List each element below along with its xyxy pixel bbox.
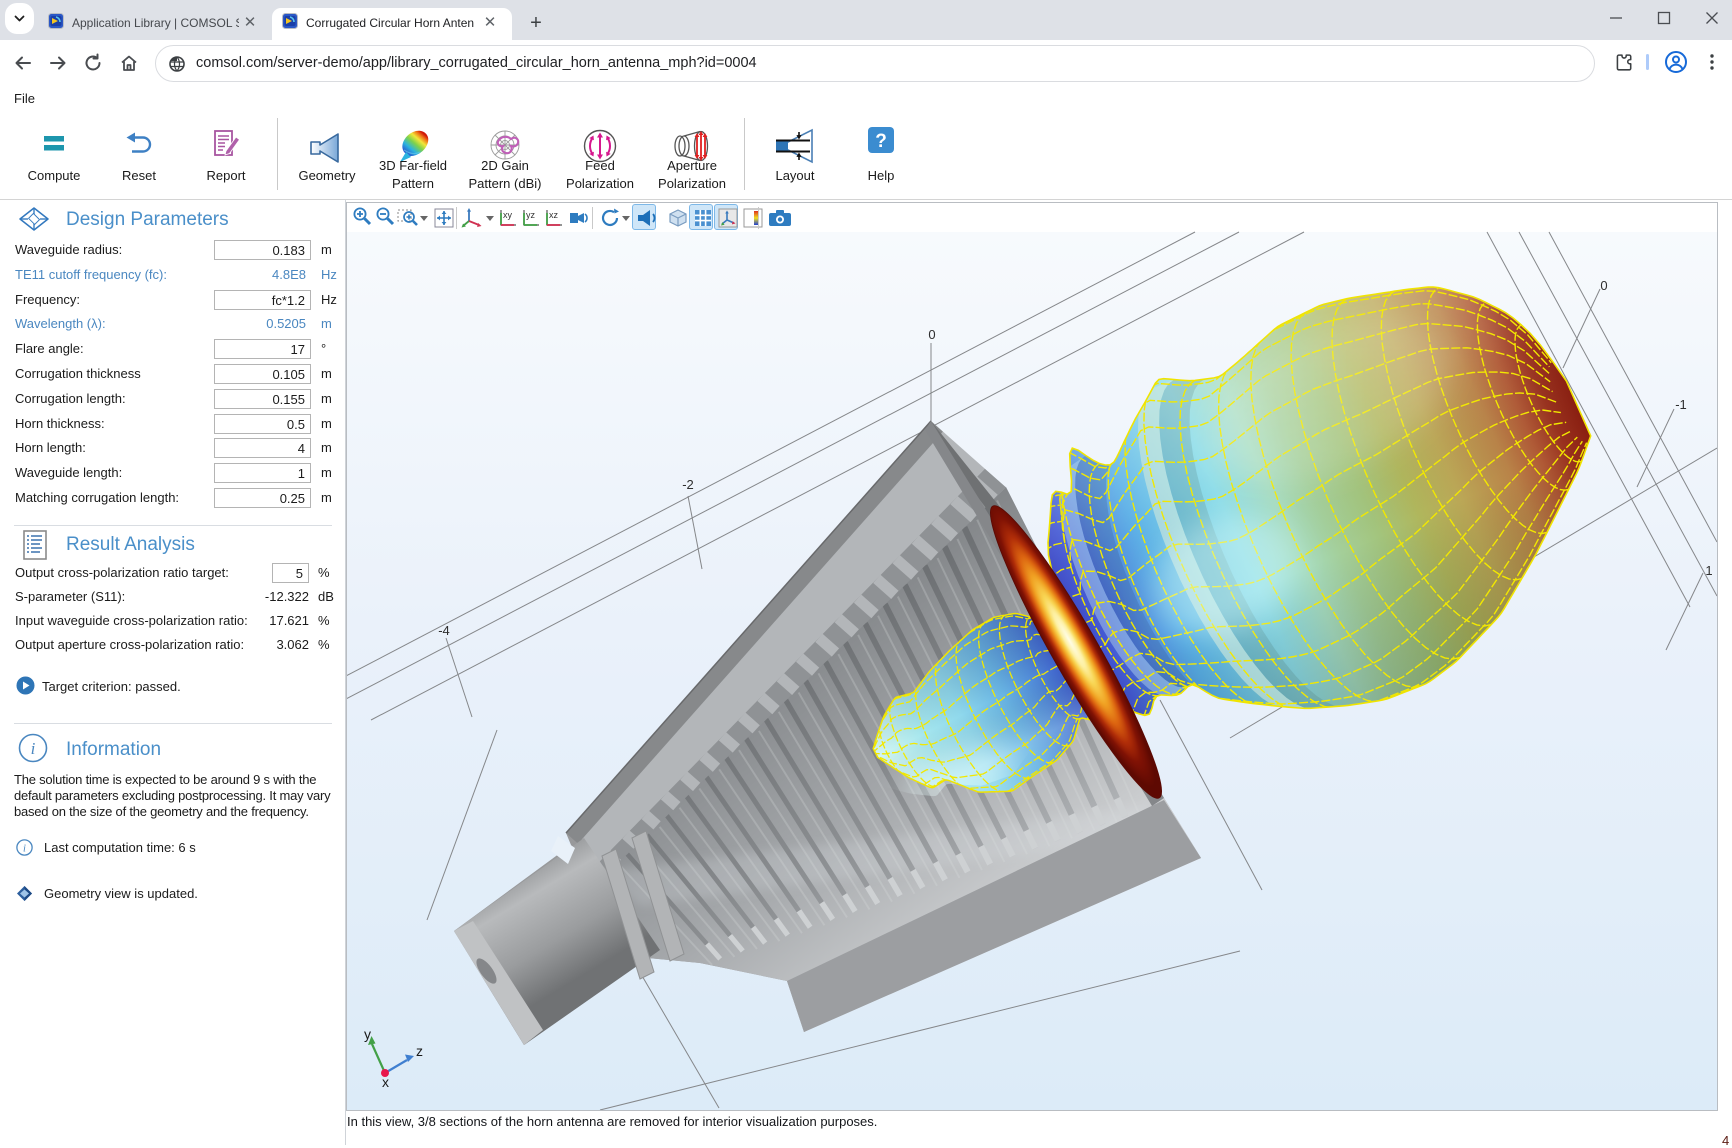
- svg-text:y: y: [364, 1026, 371, 1042]
- svg-text:-2: -2: [682, 477, 694, 492]
- svg-text:0: 0: [928, 327, 935, 342]
- svg-text:i: i: [23, 844, 26, 855]
- svg-text:0: 0: [1600, 278, 1607, 293]
- svg-text:-1: -1: [1675, 397, 1687, 412]
- svg-text:x: x: [382, 1074, 389, 1090]
- svg-text:?: ?: [875, 131, 887, 152]
- svg-text:i: i: [31, 739, 36, 758]
- svg-text:1: 1: [1705, 563, 1712, 578]
- svg-text:z: z: [416, 1043, 423, 1059]
- svg-text:-4: -4: [438, 623, 450, 638]
